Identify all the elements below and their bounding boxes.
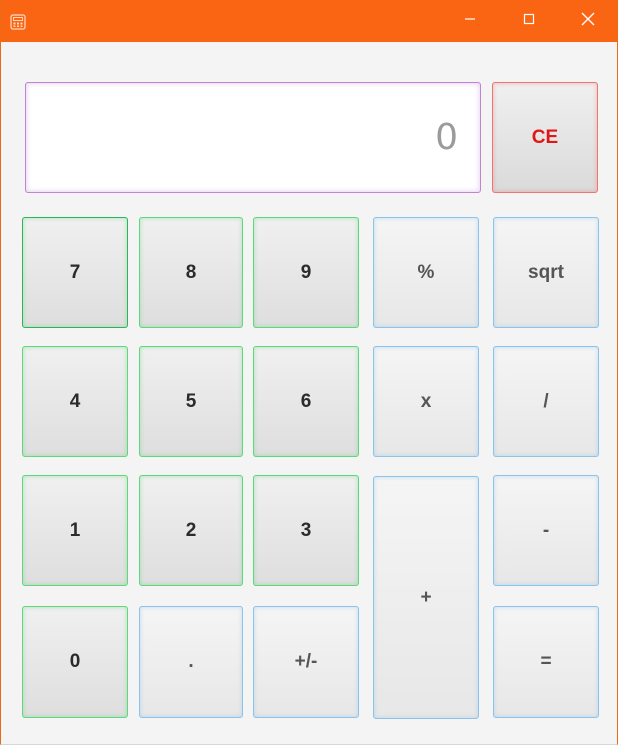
decimal-button[interactable]: .	[139, 606, 243, 718]
divide-button[interactable]: /	[493, 346, 599, 457]
result-display: 0	[25, 82, 481, 193]
digit-6-button[interactable]: 6	[253, 346, 359, 457]
minimize-button[interactable]	[441, 0, 499, 42]
close-button[interactable]	[559, 0, 617, 42]
digit-0-button[interactable]: 0	[22, 606, 128, 718]
title-bar[interactable]	[1, 0, 617, 42]
digit-3-button[interactable]: 3	[253, 475, 359, 586]
close-icon	[581, 12, 595, 31]
plus-button[interactable]: +	[373, 476, 479, 719]
negate-button[interactable]: +/-	[253, 606, 359, 718]
calculator-icon	[10, 14, 26, 30]
digit-1-button[interactable]: 1	[22, 475, 128, 586]
calculator-window: 0 CE 7 8 9 % sqrt 4 5 6 x / 1 2 3 + - 0 …	[0, 0, 618, 745]
digit-2-button[interactable]: 2	[139, 475, 243, 586]
clear-entry-button[interactable]: CE	[492, 82, 598, 193]
maximize-icon	[523, 12, 535, 30]
sqrt-button[interactable]: sqrt	[493, 217, 599, 328]
minimize-icon	[464, 12, 476, 30]
digit-5-button[interactable]: 5	[139, 346, 243, 457]
digit-8-button[interactable]: 8	[139, 217, 243, 328]
equals-button[interactable]: =	[493, 606, 599, 718]
digit-4-button[interactable]: 4	[22, 346, 128, 457]
maximize-button[interactable]	[500, 0, 558, 42]
percent-button[interactable]: %	[373, 217, 479, 328]
display-value: 0	[435, 117, 458, 158]
multiply-button[interactable]: x	[373, 346, 479, 457]
digit-7-button[interactable]: 7	[22, 217, 128, 328]
minus-button[interactable]: -	[493, 475, 599, 586]
digit-9-button[interactable]: 9	[253, 217, 359, 328]
